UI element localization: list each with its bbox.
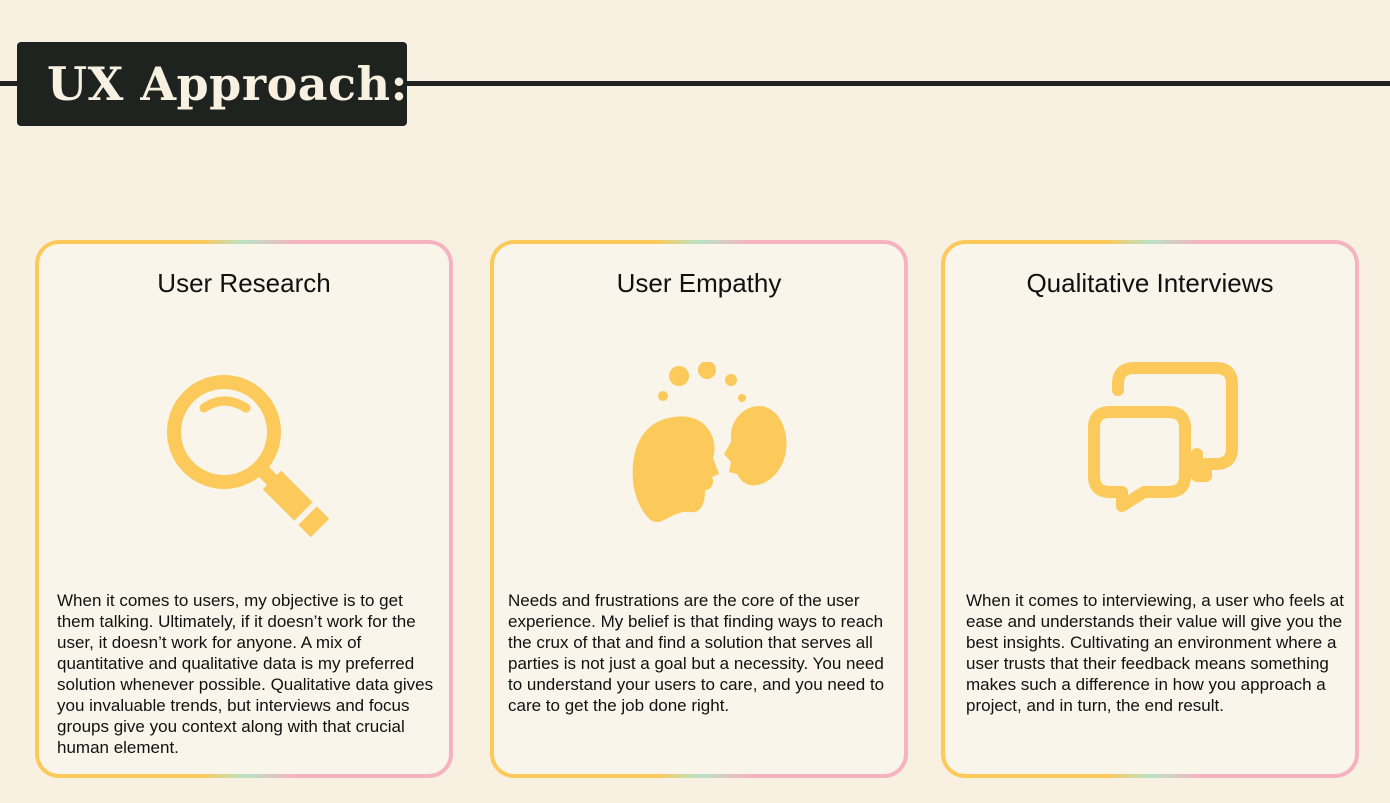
page-title: UX Approach:	[47, 57, 408, 111]
card-description: When it comes to users, my objective is …	[57, 591, 434, 757]
card-description: When it comes to interviewing, a user wh…	[966, 591, 1344, 715]
card-title: Qualitative Interviews	[1026, 268, 1274, 298]
magnifying-glass-icon	[167, 375, 330, 538]
card-user-empathy: User Empathy Needs and frustrations are …	[490, 240, 908, 778]
card-user-research: User Research When it comes to users, my…	[35, 240, 453, 778]
card-description: Needs and frustrations are the core of t…	[508, 591, 885, 715]
card-qualitative-interviews: Qualitative Interviews When it comes to …	[941, 240, 1359, 778]
chat-bubbles-icon	[1088, 362, 1238, 512]
page-title-box: UX Approach:	[17, 42, 408, 126]
two-heads-empathy-icon	[632, 362, 787, 523]
card-title: User Empathy	[616, 268, 782, 298]
card-title: User Research	[157, 268, 331, 298]
